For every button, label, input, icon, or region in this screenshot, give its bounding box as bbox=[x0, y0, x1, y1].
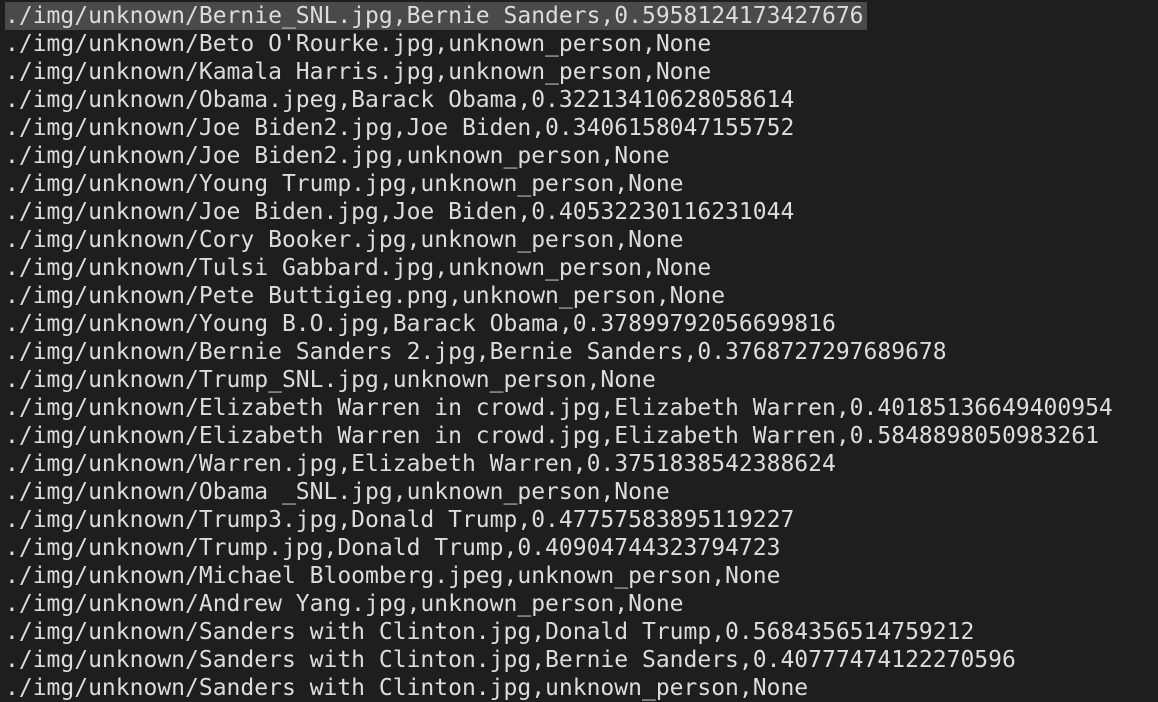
output-line: ./img/unknown/Joe Biden2.jpg,Joe Biden,0… bbox=[5, 114, 1116, 142]
output-line: ./img/unknown/Sanders with Clinton.jpg,D… bbox=[5, 618, 1116, 646]
output-line-text: ./img/unknown/Tulsi Gabbard.jpg,unknown_… bbox=[5, 255, 712, 281]
output-line: ./img/unknown/Young Trump.jpg,unknown_pe… bbox=[5, 170, 1116, 198]
output-line: ./img/unknown/Pete Buttigieg.png,unknown… bbox=[5, 282, 1116, 310]
output-line-text: ./img/unknown/Joe Biden.jpg,Joe Biden,0.… bbox=[5, 199, 795, 225]
output-line-text: ./img/unknown/Kamala Harris.jpg,unknown_… bbox=[5, 59, 712, 85]
output-line-text: ./img/unknown/Elizabeth Warren in crowd.… bbox=[5, 423, 1099, 449]
output-line: ./img/unknown/Tulsi Gabbard.jpg,unknown_… bbox=[5, 254, 1116, 282]
output-line-text: ./img/unknown/Pete Buttigieg.png,unknown… bbox=[5, 283, 726, 309]
output-line-text: ./img/unknown/Joe Biden2.jpg,unknown_per… bbox=[5, 143, 670, 169]
output-line-text: ./img/unknown/Warren.jpg,Elizabeth Warre… bbox=[5, 451, 836, 477]
output-line-text: ./img/unknown/Bernie Sanders 2.jpg,Berni… bbox=[5, 339, 947, 365]
output-line: ./img/unknown/Kamala Harris.jpg,unknown_… bbox=[5, 58, 1116, 86]
output-line: ./img/unknown/Joe Biden2.jpg,unknown_per… bbox=[5, 142, 1116, 170]
terminal-output: ./img/unknown/Bernie_SNL.jpg,Bernie Sand… bbox=[5, 2, 1116, 702]
output-line: ./img/unknown/Trump3.jpg,Donald Trump,0.… bbox=[5, 506, 1116, 534]
output-line: ./img/unknown/Michael Bloomberg.jpeg,unk… bbox=[5, 562, 1116, 590]
output-line-text: ./img/unknown/Young B.O.jpg,Barack Obama… bbox=[5, 311, 836, 337]
output-line-text: ./img/unknown/Sanders with Clinton.jpg,D… bbox=[5, 619, 975, 645]
output-line-text: ./img/unknown/Obama _SNL.jpg,unknown_per… bbox=[5, 479, 670, 505]
output-line: ./img/unknown/Sanders with Clinton.jpg,B… bbox=[5, 646, 1116, 674]
output-line: ./img/unknown/Bernie Sanders 2.jpg,Berni… bbox=[5, 338, 1116, 366]
output-line-selected: ./img/unknown/Bernie_SNL.jpg,Bernie Sand… bbox=[5, 2, 1116, 30]
output-line: ./img/unknown/Sanders with Clinton.jpg,u… bbox=[5, 674, 1116, 702]
output-line-text: ./img/unknown/Trump_SNL.jpg,unknown_pers… bbox=[5, 367, 656, 393]
output-line-text: ./img/unknown/Bernie_SNL.jpg,Bernie Sand… bbox=[5, 2, 867, 30]
output-line-text: ./img/unknown/Cory Booker.jpg,unknown_pe… bbox=[5, 227, 684, 253]
output-line: ./img/unknown/Trump_SNL.jpg,unknown_pers… bbox=[5, 366, 1116, 394]
output-line-text: ./img/unknown/Joe Biden2.jpg,Joe Biden,0… bbox=[5, 115, 795, 141]
output-line: ./img/unknown/Trump.jpg,Donald Trump,0.4… bbox=[5, 534, 1116, 562]
output-line: ./img/unknown/Joe Biden.jpg,Joe Biden,0.… bbox=[5, 198, 1116, 226]
output-line-text: ./img/unknown/Andrew Yang.jpg,unknown_pe… bbox=[5, 591, 684, 617]
output-line-text: ./img/unknown/Michael Bloomberg.jpeg,unk… bbox=[5, 563, 781, 589]
output-line: ./img/unknown/Young B.O.jpg,Barack Obama… bbox=[5, 310, 1116, 338]
output-line-text: ./img/unknown/Young Trump.jpg,unknown_pe… bbox=[5, 171, 684, 197]
output-line: ./img/unknown/Warren.jpg,Elizabeth Warre… bbox=[5, 450, 1116, 478]
output-line: ./img/unknown/Beto O'Rourke.jpg,unknown_… bbox=[5, 30, 1116, 58]
output-line-text: ./img/unknown/Trump.jpg,Donald Trump,0.4… bbox=[5, 535, 781, 561]
output-line: ./img/unknown/Elizabeth Warren in crowd.… bbox=[5, 422, 1116, 450]
terminal-window[interactable]: ./img/unknown/Bernie_SNL.jpg,Bernie Sand… bbox=[0, 0, 1158, 702]
output-line: ./img/unknown/Obama _SNL.jpg,unknown_per… bbox=[5, 478, 1116, 506]
output-line-text: ./img/unknown/Elizabeth Warren in crowd.… bbox=[5, 395, 1113, 421]
output-line: ./img/unknown/Elizabeth Warren in crowd.… bbox=[5, 394, 1116, 422]
output-line: ./img/unknown/Obama.jpeg,Barack Obama,0.… bbox=[5, 86, 1116, 114]
output-line-text: ./img/unknown/Beto O'Rourke.jpg,unknown_… bbox=[5, 31, 712, 57]
output-line-text: ./img/unknown/Sanders with Clinton.jpg,B… bbox=[5, 647, 1016, 673]
output-line-text: ./img/unknown/Obama.jpeg,Barack Obama,0.… bbox=[5, 87, 795, 113]
output-line-text: ./img/unknown/Trump3.jpg,Donald Trump,0.… bbox=[5, 507, 795, 533]
output-line: ./img/unknown/Cory Booker.jpg,unknown_pe… bbox=[5, 226, 1116, 254]
output-line: ./img/unknown/Andrew Yang.jpg,unknown_pe… bbox=[5, 590, 1116, 618]
output-line-text: ./img/unknown/Sanders with Clinton.jpg,u… bbox=[5, 675, 809, 701]
